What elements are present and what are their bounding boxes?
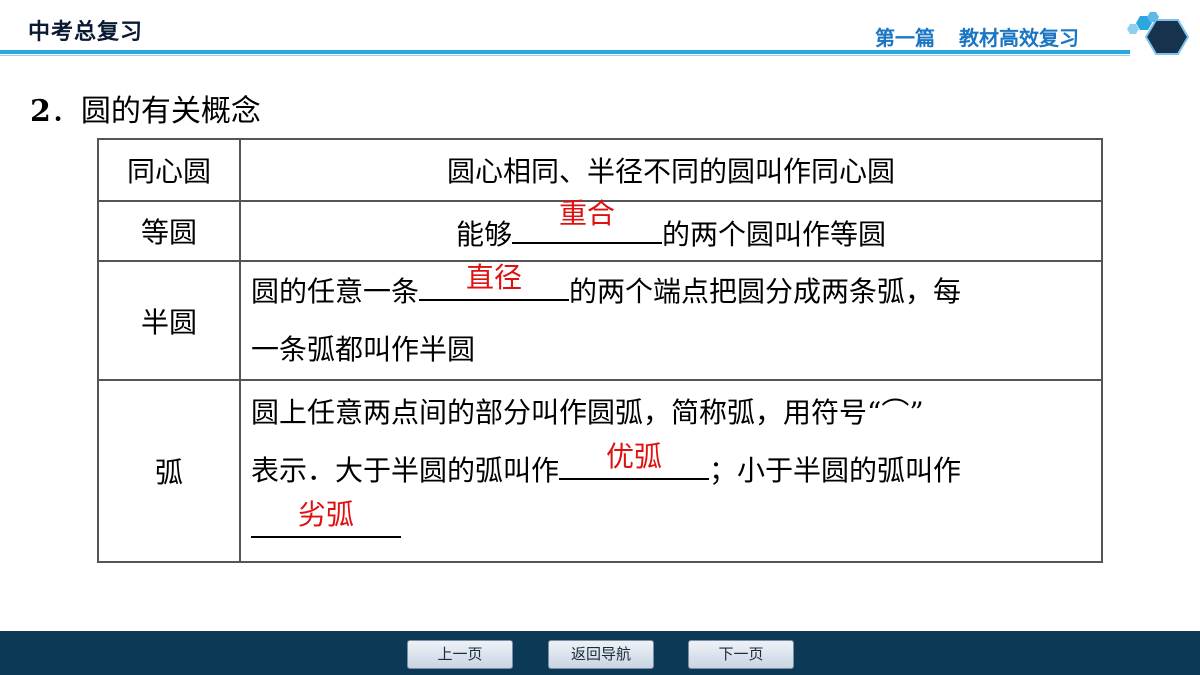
term-cell: 等圆 xyxy=(97,200,241,262)
table-row: 等圆 能够 重合的两个圆叫作等圆 xyxy=(97,197,1103,262)
definition-text: 表示．大于半圆的弧叫作 xyxy=(251,454,560,487)
section-title: 圆的有关概念 xyxy=(80,94,261,129)
blank-answer: 重合 xyxy=(558,196,615,230)
blank-answer: 直径 xyxy=(466,260,523,294)
prev-page-button[interactable]: 上一页 xyxy=(407,640,513,669)
section-label: 教材高效复习 xyxy=(959,26,1079,50)
term-cell: 同心圆 xyxy=(97,138,241,202)
chapter-breadcrumb: 第一篇 教材高效复习 xyxy=(875,22,1079,51)
definition-cell: 圆的任意一条 直径 的两个端点把圆分成两条弧，每 一条弧都叫作半圆 xyxy=(239,260,1103,381)
definition-cell: 圆上任意两点间的部分叫作圆弧，简称弧，用符号“⌒” 表示．大于半圆的弧叫作 优弧；… xyxy=(239,379,1103,563)
definition-text: ；小于半圆的弧叫作 xyxy=(709,454,962,487)
hexagon-logo-icon xyxy=(1126,10,1196,58)
header-divider-thin xyxy=(0,55,1130,56)
back-to-nav-button[interactable]: 返回导航 xyxy=(548,640,654,669)
table-row: 弧 圆上任意两点间的部分叫作圆弧，简称弧，用符号“⌒” 表示．大于半圆的弧叫作优… xyxy=(97,379,1103,563)
definition-cell: 圆心相同、半径不同的圆叫作同心圆 xyxy=(239,138,1103,202)
definition-cell: 能够 重合的两个圆叫作等圆 xyxy=(239,197,1103,262)
part-label: 第一篇 xyxy=(875,26,935,50)
definition-text: 的两个圆叫作等圆 xyxy=(662,217,887,251)
fill-blank: 重合 xyxy=(512,197,662,244)
section-heading: 2．圆的有关概念 xyxy=(30,86,261,130)
section-separator: ． xyxy=(50,94,81,129)
header-divider xyxy=(0,50,1130,54)
fill-blank: 优弧 xyxy=(559,440,710,480)
section-number: 2 xyxy=(30,94,51,129)
concepts-table: 同心圆 圆心相同、半径不同的圆叫作同心圆 等圆 能够 重合的两个圆叫作等圆 半圆 … xyxy=(97,138,1103,563)
next-page-button[interactable]: 下一页 xyxy=(688,640,794,669)
blank-answer: 优弧 xyxy=(606,440,663,473)
definition-text: 能够 xyxy=(455,217,512,251)
fill-blank: 劣弧 xyxy=(251,498,401,538)
definition-line: 劣弧 xyxy=(251,498,1091,558)
definition-text: 圆的任意一条 xyxy=(251,274,420,308)
definition-line: 圆的任意一条 直径 的两个端点把圆分成两条弧，每 xyxy=(251,261,1091,321)
term-cell: 半圆 xyxy=(97,260,241,381)
blank-answer: 劣弧 xyxy=(297,498,354,531)
table-row: 半圆 圆的任意一条 直径 的两个端点把圆分成两条弧，每 一条弧都叫作半圆 xyxy=(97,260,1103,381)
fill-blank: 直径 xyxy=(419,261,570,301)
definition-line: 一条弧都叫作半圆 xyxy=(251,332,476,366)
term-cell: 弧 xyxy=(97,379,241,563)
definition-text: 的两个端点把圆分成两条弧，每 xyxy=(569,274,962,308)
course-title: 中考总复习 xyxy=(28,20,144,45)
